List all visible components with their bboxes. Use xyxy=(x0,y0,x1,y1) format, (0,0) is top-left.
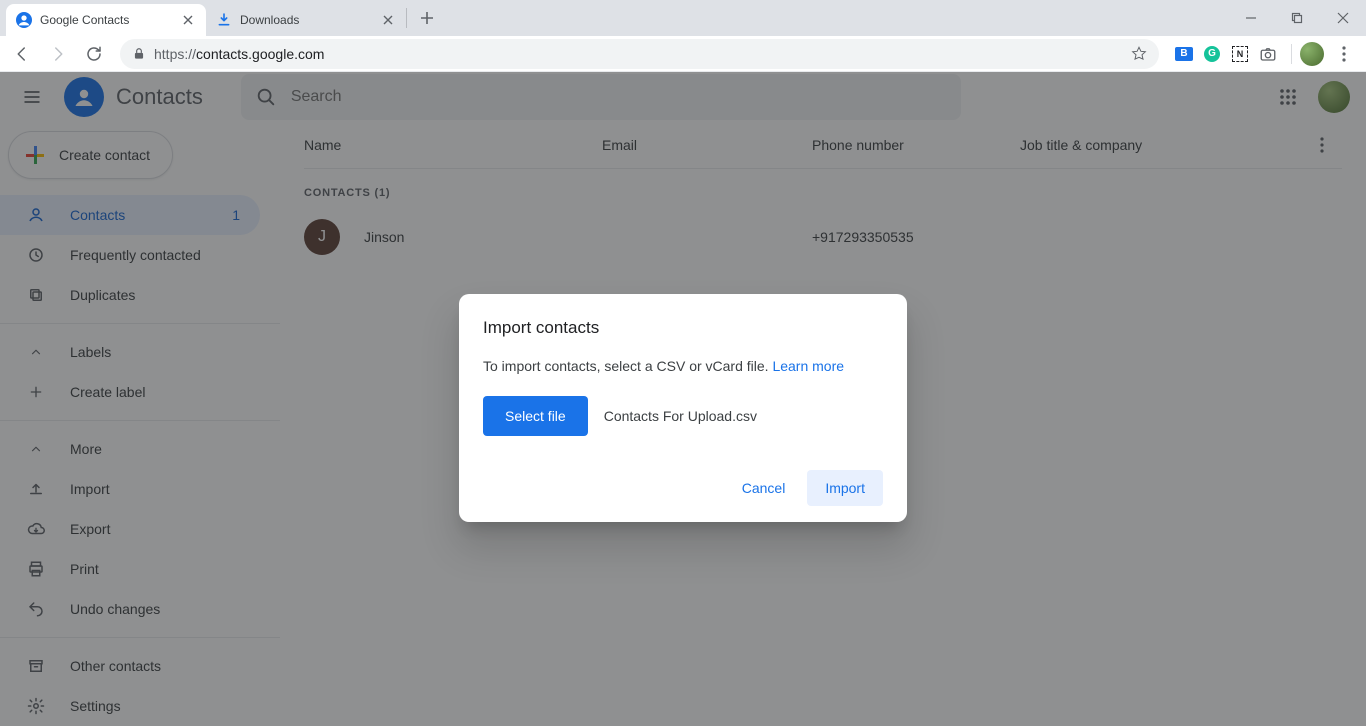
lock-icon xyxy=(132,47,146,61)
bookmark-star-icon[interactable] xyxy=(1131,46,1147,62)
extension-icon-b[interactable]: B xyxy=(1175,45,1193,63)
import-button[interactable]: Import xyxy=(807,470,883,506)
dialog-title: Import contacts xyxy=(483,318,883,338)
import-contacts-dialog: Import contacts To import contacts, sele… xyxy=(459,294,907,522)
browser-titlebar: Google Contacts Downloads xyxy=(0,0,1366,36)
window-minimize-button[interactable] xyxy=(1228,0,1274,36)
address-url: https://contacts.google.com xyxy=(154,46,1123,62)
extension-icons: B G N xyxy=(1169,45,1283,63)
browser-menu-button[interactable] xyxy=(1328,38,1360,70)
browser-tab-contacts[interactable]: Google Contacts xyxy=(6,4,206,36)
address-bar[interactable]: https://contacts.google.com xyxy=(120,39,1159,69)
extension-icon-n[interactable]: N xyxy=(1231,45,1249,63)
tab-close-icon[interactable] xyxy=(380,12,396,28)
tab-favicon-contacts xyxy=(16,12,32,28)
dialog-body: To import contacts, select a CSV or vCar… xyxy=(483,358,883,374)
tab-close-icon[interactable] xyxy=(180,12,196,28)
new-tab-button[interactable] xyxy=(413,4,441,32)
nav-forward-button[interactable] xyxy=(42,38,74,70)
window-close-button[interactable] xyxy=(1320,0,1366,36)
cancel-button[interactable]: Cancel xyxy=(724,470,804,506)
selected-file-name: Contacts For Upload.csv xyxy=(604,408,757,424)
tab-favicon-downloads xyxy=(216,12,232,28)
nav-back-button[interactable] xyxy=(6,38,38,70)
dialog-scrim[interactable]: Import contacts To import contacts, sele… xyxy=(0,72,1366,726)
tab-title: Google Contacts xyxy=(40,13,172,27)
browser-tab-downloads[interactable]: Downloads xyxy=(206,4,406,36)
dialog-body-text: To import contacts, select a CSV or vCar… xyxy=(483,358,772,374)
extension-icon-camera[interactable] xyxy=(1259,45,1277,63)
extension-icon-grammarly[interactable]: G xyxy=(1203,45,1221,63)
learn-more-link[interactable]: Learn more xyxy=(772,358,844,374)
tab-title: Downloads xyxy=(240,13,372,27)
window-maximize-button[interactable] xyxy=(1274,0,1320,36)
nav-reload-button[interactable] xyxy=(78,38,110,70)
toolbar-separator xyxy=(1291,44,1292,64)
browser-toolbar: https://contacts.google.com B G N xyxy=(0,36,1366,72)
tab-divider xyxy=(406,8,407,28)
select-file-button[interactable]: Select file xyxy=(483,396,588,436)
browser-profile-avatar[interactable] xyxy=(1300,42,1324,66)
